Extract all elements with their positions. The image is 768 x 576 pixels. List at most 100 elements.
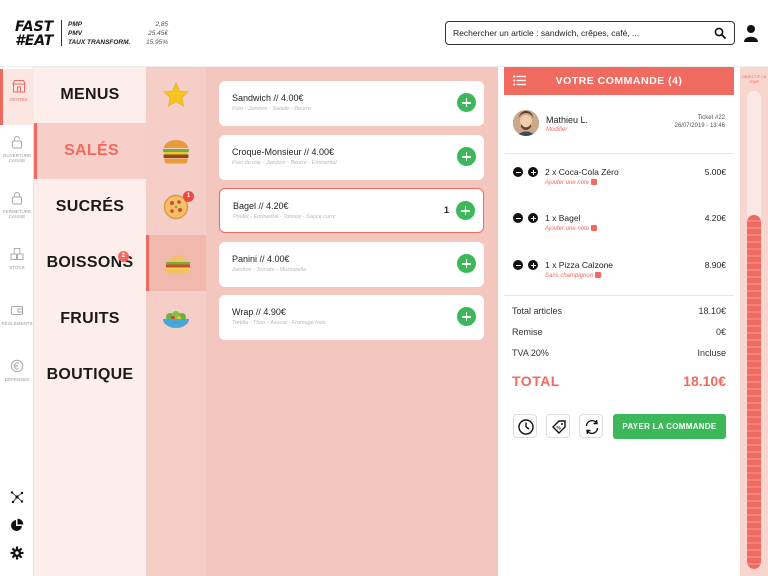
order-line: 1 x Pizza Calzone Sans champignon 8.90€	[513, 259, 726, 283]
category-list: MENUS SALÉS SUCRÉS BOISSONS 2 FRUITS BOU…	[34, 67, 146, 576]
search-icon[interactable]	[714, 27, 726, 39]
sidebar-item-fermeture-caisse[interactable]: FERMETURE CAISSE	[0, 181, 34, 237]
daily-goal-progress-fill	[747, 215, 761, 569]
add-product-button[interactable]	[457, 307, 476, 326]
star-icon	[163, 82, 189, 107]
sidebar-item-stock[interactable]: STOCK	[0, 237, 34, 293]
total-label: TOTAL	[512, 373, 560, 389]
product-card-panini[interactable]: Panini // 4.00€ Jambon - Tomate - Mozzar…	[219, 242, 484, 287]
schedule-button[interactable]	[513, 414, 537, 438]
customer-name: Mathieu L.	[546, 115, 589, 125]
order-header: VOTRE COMMANDE (4)	[504, 67, 734, 95]
category-sales[interactable]: SALÉS	[34, 123, 146, 179]
burger-icon	[163, 140, 189, 164]
wallet-icon	[11, 306, 23, 315]
refresh-icon	[585, 419, 599, 435]
pay-order-button[interactable]: PAYER LA COMMANDE	[613, 414, 726, 439]
subcategory-pizzas[interactable]: 1	[146, 179, 206, 235]
product-card-bagel[interactable]: Bagel // 4.20€ Poulet - Emmental - Tomat…	[219, 188, 484, 233]
user-icon[interactable]	[743, 24, 759, 42]
divider	[504, 295, 734, 296]
ticket-number: Ticket #22	[697, 115, 725, 121]
refresh-button[interactable]	[579, 414, 603, 438]
clock-icon	[518, 419, 534, 435]
customer-edit-link[interactable]: Modifier	[546, 127, 567, 133]
category-fruits[interactable]: FRUITS	[34, 291, 146, 347]
increase-quantity-button[interactable]	[528, 213, 538, 223]
avatar[interactable]	[513, 110, 539, 136]
category-boissons[interactable]: BOISSONS 2	[34, 235, 146, 291]
decrease-quantity-button[interactable]	[513, 167, 523, 177]
order-title: VOTRE COMMANDE (4)	[555, 75, 683, 87]
search-input[interactable]: Rechercher un article : sandwich, crêpes…	[445, 21, 735, 45]
discount-tag-icon: %	[552, 420, 566, 434]
add-note-link[interactable]: Ajouter une note	[545, 179, 598, 186]
subcategory-burgers[interactable]	[146, 123, 206, 179]
increase-quantity-button[interactable]	[528, 167, 538, 177]
edit-note-icon	[591, 225, 598, 231]
category-badge: 2	[118, 251, 129, 262]
product-card-croque-monsieur[interactable]: Croque-Monsieur // 4.00€ Pain de mie - J…	[219, 135, 484, 180]
category-menus[interactable]: MENUS	[34, 67, 146, 123]
add-note-link[interactable]: Ajouter une note	[545, 225, 598, 232]
add-product-button[interactable]	[457, 147, 476, 166]
product-list: Sandwich // 4.00€ Pain - Jambon - Salade…	[206, 67, 498, 576]
euro-icon	[10, 359, 24, 373]
sidebar-item-ouverture-caisse[interactable]: OUVERTURE CAISSE	[0, 125, 34, 181]
network-icon[interactable]	[10, 490, 24, 504]
brand-logo[interactable]: FAST #EAT	[15, 20, 55, 48]
kpi-panel: PMP 2,85 PMV 25.45€ TAUX TRANSFORM. 15.95%	[68, 20, 168, 47]
category-boutique[interactable]: BOUTIQUE	[34, 347, 146, 403]
daily-goal-rail: OBJECTIF CA JOUR	[740, 67, 768, 576]
salad-icon	[163, 311, 189, 328]
order-line: 1 x Bagel Ajouter une note 4.20€	[513, 212, 726, 236]
subcategory-favorites[interactable]	[146, 67, 206, 123]
product-quantity: 1	[443, 205, 449, 215]
summary-remise: Remise 0€	[512, 327, 726, 337]
main-sidebar: VENTES OUVERTURE CAISSE FERMETURE CAISSE…	[0, 67, 34, 576]
subcategory-badge: 1	[183, 191, 194, 202]
summary-tva: TVA 20% Incluse	[512, 348, 726, 358]
product-card-sandwich[interactable]: Sandwich // 4.00€ Pain - Jambon - Salade…	[219, 81, 484, 126]
daily-goal-label: OBJECTIF CA JOUR	[741, 75, 767, 84]
subcategory-list: 1	[146, 67, 206, 576]
gear-icon[interactable]	[10, 546, 24, 560]
svg-text:%: %	[556, 426, 561, 432]
sidebar-item-reglements[interactable]: RÈGLEMENTS	[0, 293, 34, 349]
subcategory-salads[interactable]	[146, 291, 206, 347]
category-sucres[interactable]: SUCRÉS	[34, 179, 146, 235]
lock-closed-icon	[12, 192, 22, 205]
search-input-text: Rechercher un article : sandwich, crêpes…	[453, 28, 640, 38]
kpi-row-pmv: PMV 25.45€	[68, 30, 168, 37]
ticket-date: 26/07/2019 - 13:46	[674, 123, 725, 129]
summary-total-articles: Total articles 18.10€	[512, 306, 726, 316]
add-product-button[interactable]	[457, 93, 476, 112]
logo-separator	[61, 20, 62, 46]
order-panel: VOTRE COMMANDE (4) Mathieu L. Modifier T…	[504, 67, 734, 576]
lock-open-icon	[12, 136, 22, 149]
edit-note-icon	[591, 179, 598, 185]
customer-photo-icon	[513, 110, 539, 136]
boxes-icon	[10, 248, 24, 260]
daily-goal-track	[747, 91, 761, 569]
sidebar-item-depenses[interactable]: DÉPENSES	[0, 349, 34, 405]
decrease-quantity-button[interactable]	[513, 260, 523, 270]
top-header: FAST #EAT PMP 2,85 PMV 25.45€ TAUX TRANSFO…	[0, 0, 768, 67]
shop-icon	[11, 80, 26, 93]
sidebar-item-ventes[interactable]: VENTES	[0, 69, 34, 125]
kpi-row-taux: TAUX TRANSFORM. 15.95%	[68, 39, 168, 46]
decrease-quantity-button[interactable]	[513, 213, 523, 223]
divider	[504, 153, 734, 154]
line-note[interactable]: Sans champignon	[545, 272, 602, 279]
sandwich-icon	[165, 254, 190, 273]
product-card-wrap[interactable]: Wrap // 4.90€ Tortilla - Thon - Avocat -…	[219, 295, 484, 340]
increase-quantity-button[interactable]	[528, 260, 538, 270]
edit-note-icon	[595, 272, 602, 278]
add-product-button[interactable]	[456, 201, 475, 220]
subcategory-sandwiches[interactable]	[146, 235, 206, 291]
add-product-button[interactable]	[457, 254, 476, 273]
total-value: 18.10€	[683, 373, 726, 389]
discount-button[interactable]: %	[546, 414, 570, 438]
order-line: 2 x Coca-Cola Zéro Ajouter une note 5.00…	[513, 166, 726, 190]
pie-chart-icon[interactable]	[10, 518, 24, 532]
